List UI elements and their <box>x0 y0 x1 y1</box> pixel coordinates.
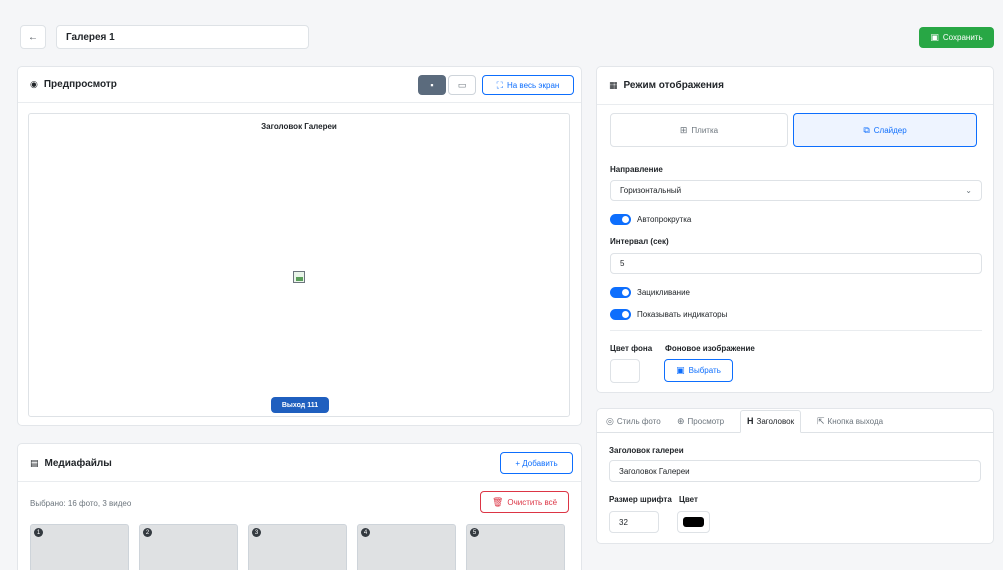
clear-all-label: Очистить всё <box>507 497 558 507</box>
choose-bg-button[interactable]: ▣ Выбрать <box>664 359 733 382</box>
exit-button[interactable]: Выход 111 <box>271 397 329 413</box>
display-mode-header: ▦ Режим отображения <box>597 67 993 105</box>
slider-mode-button[interactable]: ⧉ Слайдер <box>793 113 977 147</box>
tab-view-label: Просмотр <box>687 417 725 426</box>
preview-gallery-heading: Заголовок Галереи <box>261 122 337 131</box>
indicators-label: Показывать индикаторы <box>637 310 728 319</box>
exit-icon: ⇱ <box>817 416 825 426</box>
slider-icon: ⧉ <box>863 124 870 135</box>
preview-card-header: ◉ Предпросмотр ▪ ▭ ⛶ На весь экран <box>18 67 581 103</box>
direction-label: Направление <box>610 165 663 174</box>
mobile-view-button[interactable]: ▭ <box>448 75 476 95</box>
media-thumb[interactable]: 1 <box>30 524 129 570</box>
tab-view[interactable]: ⊕ Просмотр <box>677 410 724 433</box>
exit-label: Выход 111 <box>281 401 319 409</box>
image-icon: ▣ <box>676 365 685 375</box>
tile-icon: ⊞ <box>679 124 688 135</box>
preview-title-text: Предпросмотр <box>43 79 117 90</box>
tab-photo-style-label: Стиль фото <box>616 417 661 426</box>
tab-heading[interactable]: H Заголовок <box>740 410 802 433</box>
media-thumb[interactable]: 5 <box>466 524 565 570</box>
heading-input[interactable]: Заголовок Галереи <box>609 460 981 482</box>
clear-all-button[interactable]: 🗑 Очистить всё <box>480 491 569 513</box>
selected-count-text: Выбрано: 16 фото, 3 видео <box>30 499 132 508</box>
thumb-number: 3 <box>252 528 261 537</box>
media-icon: ▤ <box>30 458 39 468</box>
preview-card: ◉ Предпросмотр ▪ ▭ ⛶ На весь экран Загол… <box>17 66 582 426</box>
color-picker[interactable] <box>677 511 710 533</box>
media-title-text: Медиафайлы <box>44 458 112 469</box>
add-media-button[interactable]: + Добавить <box>500 452 573 474</box>
thumb-number: 4 <box>361 528 370 537</box>
loop-toggle[interactable] <box>610 287 631 298</box>
palette-icon: ◎ <box>606 416 614 426</box>
direction-select[interactable]: Горизонтальный ⌄ <box>610 180 982 201</box>
save-icon: ▣ <box>930 32 939 42</box>
media-thumb[interactable]: 4 <box>357 524 456 570</box>
choose-bg-label: Выбрать <box>688 366 721 375</box>
heading-value: Заголовок Галереи <box>619 466 690 476</box>
bg-color-picker[interactable] <box>610 359 640 383</box>
tile-mode-button[interactable]: ⊞ Плитка <box>610 113 788 147</box>
display-mode-card: ▦ Режим отображения ⊞ Плитка ⧉ Слайдер Н… <box>596 66 994 393</box>
trash-icon: 🗑 <box>491 496 504 507</box>
eye-icon: ◉ <box>30 79 38 89</box>
grid-mode-icon: ▦ <box>609 80 618 90</box>
desktop-view-button[interactable]: ▪ <box>418 75 446 95</box>
save-label: Сохранить <box>942 33 983 42</box>
font-size-input[interactable]: 32 <box>609 511 659 533</box>
arrow-left-icon: ← <box>28 31 38 43</box>
tile-mode-label: Плитка <box>691 125 719 135</box>
tab-photo-style[interactable]: ◎ Стиль фото <box>606 410 661 433</box>
interval-input[interactable]: 5 <box>610 253 982 274</box>
media-card-header: ▤ Медиафайлы + Добавить <box>18 444 581 482</box>
divider <box>610 330 982 331</box>
interval-value: 5 <box>620 259 625 268</box>
tab-exit-button-label: Кнопка выхода <box>827 417 884 426</box>
preview-canvas: Заголовок Галереи Выход 111 <box>28 113 570 417</box>
bg-image-label: Фоновое изображение <box>665 344 755 353</box>
gallery-name-value: Галерея 1 <box>66 31 115 43</box>
thumb-number: 1 <box>34 528 43 537</box>
zoom-icon: ⊕ <box>677 416 685 426</box>
slider-mode-label: Слайдер <box>873 125 907 135</box>
autoscroll-label: Автопрокрутка <box>637 215 692 224</box>
save-button[interactable]: ▣ Сохранить <box>919 27 994 48</box>
font-size-label: Размер шрифта <box>609 495 672 504</box>
broken-image-icon <box>293 271 305 283</box>
media-title: ▤ Медиафайлы <box>30 458 112 469</box>
media-thumb[interactable]: 3 <box>248 524 347 570</box>
font-size-value: 32 <box>619 517 628 527</box>
chevron-down-icon: ⌄ <box>965 186 972 195</box>
heading-field-label: Заголовок галереи <box>609 446 684 455</box>
add-media-label: + Добавить <box>515 458 558 468</box>
tab-exit-button[interactable]: ⇱ Кнопка выхода <box>817 410 883 433</box>
display-mode-title: ▦ Режим отображения <box>609 80 724 91</box>
gallery-name-input[interactable]: Галерея 1 <box>56 25 309 49</box>
desktop-icon: ▪ <box>430 79 434 90</box>
interval-label: Интервал (сек) <box>610 237 669 246</box>
color-label: Цвет <box>679 495 698 504</box>
bg-color-label: Цвет фона <box>610 344 653 353</box>
mobile-icon: ▭ <box>457 79 467 90</box>
color-swatch <box>683 517 704 527</box>
heading-icon: H <box>747 416 754 426</box>
preview-title: ◉ Предпросмотр <box>30 79 117 90</box>
fullscreen-icon: ⛶ <box>496 79 503 90</box>
media-thumb[interactable]: 2 <box>139 524 238 570</box>
back-button[interactable]: ← <box>20 25 46 49</box>
direction-value: Горизонтальный <box>620 186 682 195</box>
tab-heading-label: Заголовок <box>756 417 795 426</box>
display-mode-title-text: Режим отображения <box>623 80 724 91</box>
loop-label: Зацикливание <box>637 288 691 297</box>
fullscreen-button[interactable]: ⛶ На весь экран <box>482 75 574 95</box>
thumb-number: 5 <box>470 528 479 537</box>
fullscreen-label: На весь экран <box>506 80 560 90</box>
thumb-number: 2 <box>143 528 152 537</box>
indicators-toggle[interactable] <box>610 309 631 320</box>
autoscroll-toggle[interactable] <box>610 214 631 225</box>
